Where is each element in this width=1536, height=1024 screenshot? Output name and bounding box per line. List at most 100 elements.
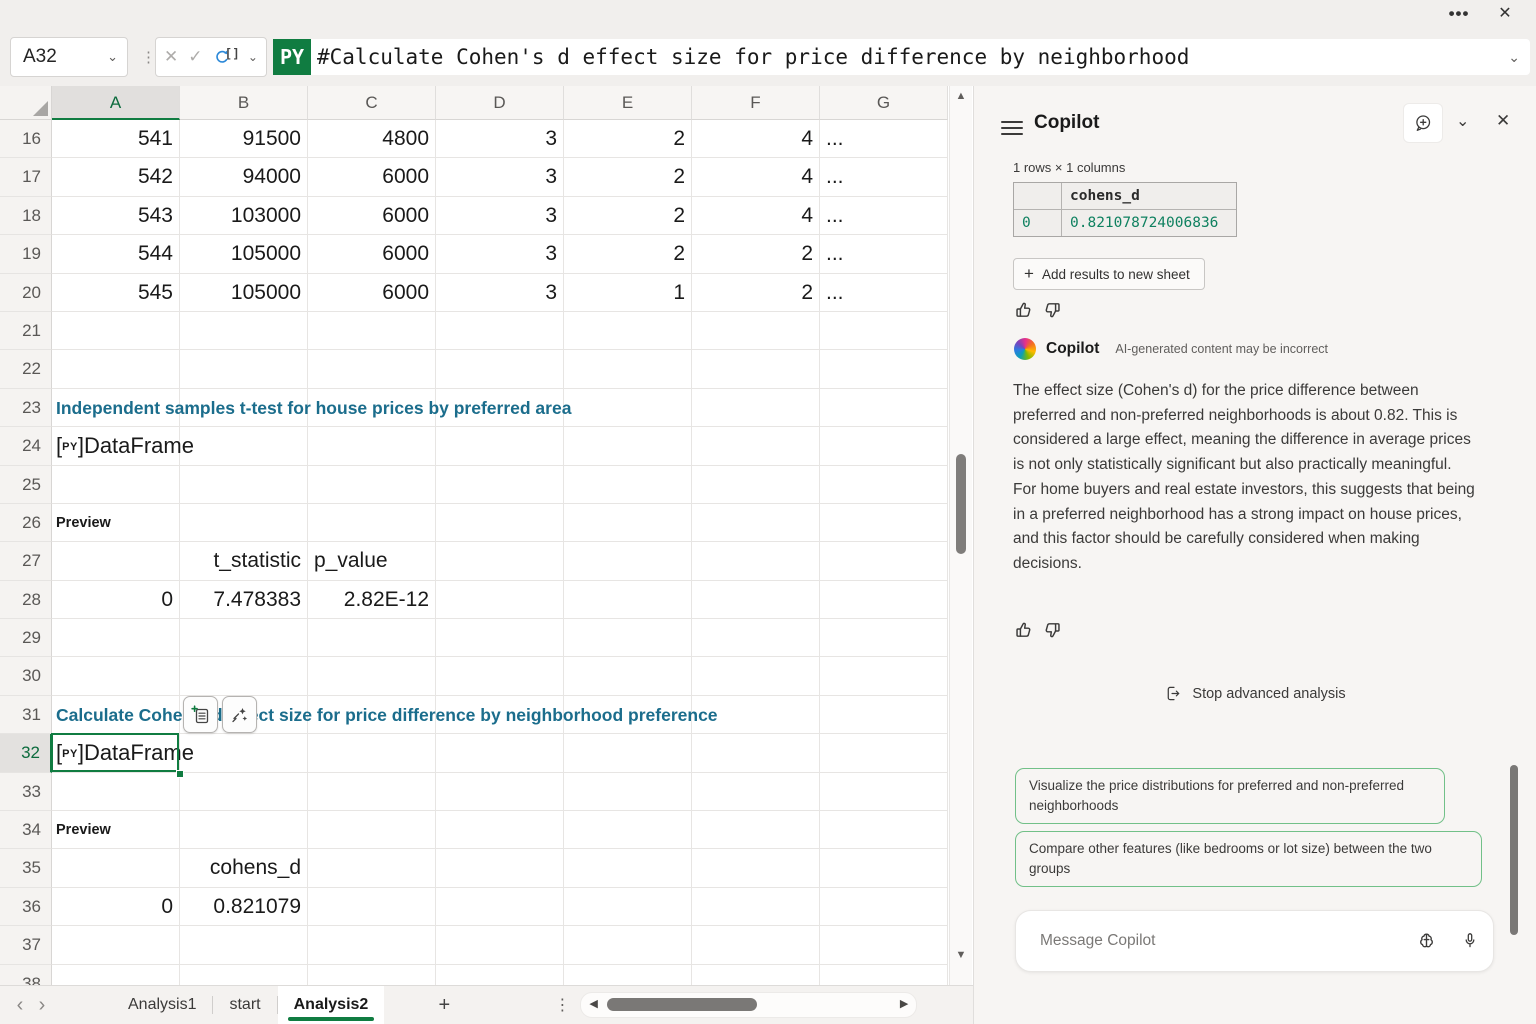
cell-A27[interactable] <box>52 542 180 580</box>
thumbs-up-icon[interactable] <box>1014 621 1032 639</box>
cell-B28[interactable]: 7.478383 <box>180 581 308 619</box>
column-header-F[interactable]: F <box>692 86 820 120</box>
cell-C24[interactable] <box>308 427 436 465</box>
scroll-right-icon[interactable]: ▶ <box>900 997 908 1010</box>
cell-A17[interactable]: 542 <box>52 158 180 196</box>
cell-E20[interactable]: 1 <box>564 274 692 312</box>
cell-G34[interactable] <box>820 811 948 849</box>
cell-D37[interactable] <box>436 926 564 964</box>
thumbs-down-icon[interactable] <box>1044 621 1062 639</box>
cell-F16[interactable]: 4 <box>692 120 820 158</box>
cell-B21[interactable] <box>180 312 308 350</box>
cell-G32[interactable] <box>820 734 948 772</box>
cell-D36[interactable] <box>436 888 564 926</box>
cell-C37[interactable] <box>308 926 436 964</box>
cell-B38[interactable] <box>180 965 308 985</box>
row-header-21[interactable]: 21 <box>0 312 52 350</box>
cell-E17[interactable]: 2 <box>564 158 692 196</box>
cell-C18[interactable]: 6000 <box>308 197 436 235</box>
cell-E38[interactable] <box>564 965 692 985</box>
row-header-16[interactable]: 16 <box>0 120 52 158</box>
cell-F38[interactable] <box>692 965 820 985</box>
tab-analysis2[interactable]: Analysis2 <box>278 986 385 1024</box>
cell-F25[interactable] <box>692 466 820 504</box>
cell-D27[interactable] <box>436 542 564 580</box>
new-chat-button[interactable] <box>1404 104 1442 142</box>
cell-E37[interactable] <box>564 926 692 964</box>
cell-B29[interactable] <box>180 619 308 657</box>
confirm-icon[interactable]: ✓ <box>188 47 202 67</box>
cell-F18[interactable]: 4 <box>692 197 820 235</box>
grid-vertical-scrollbar[interactable]: ▲ ▼ <box>949 86 972 985</box>
cell-A37[interactable] <box>52 926 180 964</box>
cell-C33[interactable] <box>308 773 436 811</box>
cell-C31[interactable] <box>308 696 436 734</box>
row-header-20[interactable]: 20 <box>0 274 52 312</box>
cell-C22[interactable] <box>308 350 436 388</box>
cell-B30[interactable] <box>180 657 308 695</box>
cell-F20[interactable]: 2 <box>692 274 820 312</box>
row-header-38[interactable]: 38 <box>0 965 52 985</box>
cell-B18[interactable]: 103000 <box>180 197 308 235</box>
tab-analysis1[interactable]: Analysis1 <box>112 986 212 1024</box>
cell-D38[interactable] <box>436 965 564 985</box>
cell-C28[interactable]: 2.82E-12 <box>308 581 436 619</box>
cell-D17[interactable]: 3 <box>436 158 564 196</box>
cell-B26[interactable] <box>180 504 308 542</box>
cell-B16[interactable]: 91500 <box>180 120 308 158</box>
cell-F32[interactable] <box>692 734 820 772</box>
cell-B36[interactable]: 0.821079 <box>180 888 308 926</box>
row-header-31[interactable]: 31 <box>0 696 52 734</box>
cell-C38[interactable] <box>308 965 436 985</box>
cell-F21[interactable] <box>692 312 820 350</box>
row-header-28[interactable]: 28 <box>0 581 52 619</box>
cell-F31[interactable] <box>692 696 820 734</box>
cell-A31[interactable] <box>52 696 180 734</box>
cell-G33[interactable] <box>820 773 948 811</box>
collapse-chevron-icon[interactable]: ⌄ <box>1456 111 1469 131</box>
row-header-23[interactable]: 23 <box>0 389 52 427</box>
close-panel-icon[interactable]: ✕ <box>1496 111 1510 131</box>
cell-B23[interactable] <box>180 389 308 427</box>
row-header-34[interactable]: 34 <box>0 811 52 849</box>
column-header-C[interactable]: C <box>308 86 436 120</box>
cell-D32[interactable] <box>436 734 564 772</box>
cell-F26[interactable] <box>692 504 820 542</box>
cell-E32[interactable] <box>564 734 692 772</box>
cell-E18[interactable]: 2 <box>564 197 692 235</box>
cell-E24[interactable] <box>564 427 692 465</box>
cell-F36[interactable] <box>692 888 820 926</box>
suggestion-chip[interactable]: Compare other features (like bedrooms or… <box>1015 831 1482 887</box>
cell-D31[interactable] <box>436 696 564 734</box>
cell-D35[interactable] <box>436 849 564 887</box>
cell-E19[interactable]: 2 <box>564 235 692 273</box>
row-header-32[interactable]: 32 <box>0 734 52 772</box>
row-header-17[interactable]: 17 <box>0 158 52 196</box>
scroll-left-icon[interactable]: ◀ <box>589 997 597 1010</box>
cell-C30[interactable] <box>308 657 436 695</box>
cell-G28[interactable] <box>820 581 948 619</box>
row-header-35[interactable]: 35 <box>0 849 52 887</box>
cell-C25[interactable] <box>308 466 436 504</box>
cell-D33[interactable] <box>436 773 564 811</box>
cell-B22[interactable] <box>180 350 308 388</box>
cell-F19[interactable]: 2 <box>692 235 820 273</box>
analyze-sparkle-button[interactable] <box>222 696 257 733</box>
cell-B33[interactable] <box>180 773 308 811</box>
row-header-26[interactable]: 26 <box>0 504 52 542</box>
cell-G37[interactable] <box>820 926 948 964</box>
cell-E26[interactable] <box>564 504 692 542</box>
cell-C27[interactable]: p_value <box>308 542 436 580</box>
select-all-corner[interactable] <box>0 86 52 120</box>
cell-C26[interactable] <box>308 504 436 542</box>
cell-D20[interactable]: 3 <box>436 274 564 312</box>
row-header-27[interactable]: 27 <box>0 542 52 580</box>
cell-C20[interactable]: 6000 <box>308 274 436 312</box>
cell-B32[interactable] <box>180 734 308 772</box>
sheet-more-icon[interactable]: ⋮ <box>552 995 572 1015</box>
cell-D23[interactable] <box>436 389 564 427</box>
column-header-D[interactable]: D <box>436 86 564 120</box>
thumbs-up-icon[interactable] <box>1014 301 1032 319</box>
cell-D29[interactable] <box>436 619 564 657</box>
next-sheet-icon[interactable]: › <box>22 994 62 1017</box>
